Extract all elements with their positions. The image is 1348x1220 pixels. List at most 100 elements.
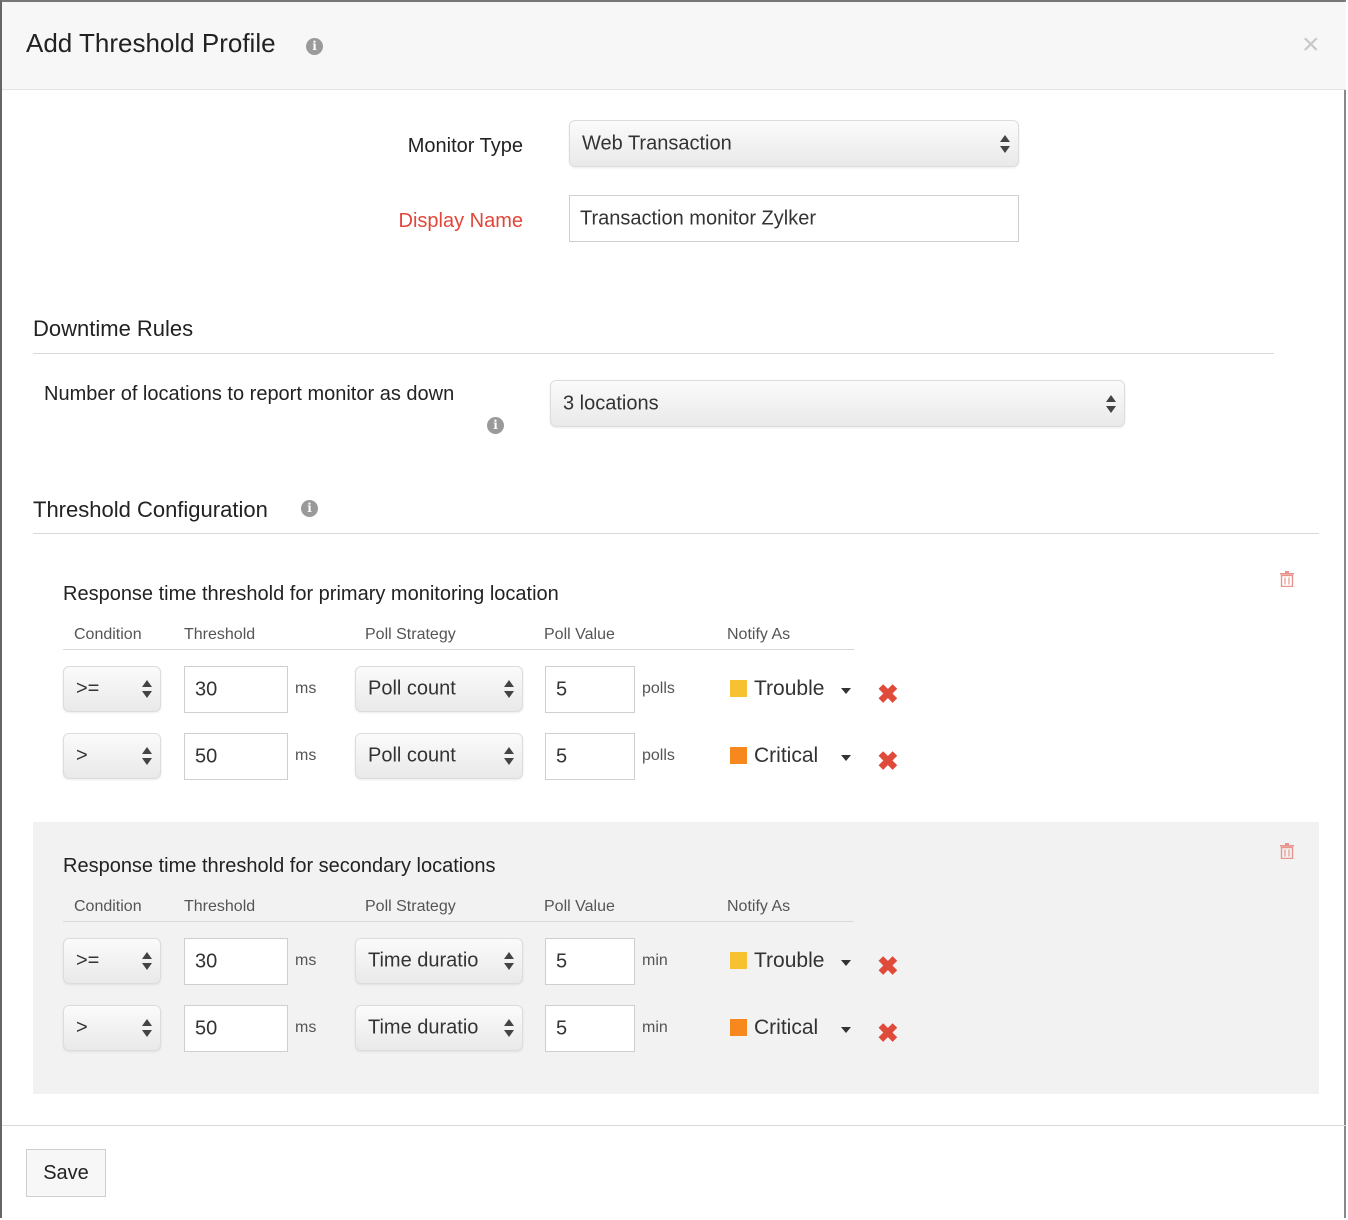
info-icon[interactable]: i — [301, 500, 318, 517]
threshold-unit: ms — [295, 680, 317, 697]
select-arrows-icon — [504, 747, 514, 765]
threshold-unit: ms — [295, 747, 317, 764]
critical-color-swatch — [730, 1019, 747, 1036]
condition-value: > — [76, 1016, 88, 1039]
notify-as-value[interactable]: Critical — [754, 1016, 818, 1040]
poll-value-input[interactable]: 5 — [545, 1005, 635, 1052]
threshold-input[interactable]: 30 — [184, 666, 288, 713]
divider — [33, 353, 1274, 354]
dialog-header: Add Threshold Profile i × — [2, 2, 1346, 90]
poll-value-input[interactable]: 5 — [545, 666, 635, 713]
poll-value: 5 — [556, 1017, 568, 1039]
select-arrows-icon — [142, 747, 152, 765]
locations-label: Number of locations to report monitor as… — [44, 383, 455, 405]
poll-strategy-select[interactable]: Time duratio — [355, 1005, 523, 1051]
condition-select[interactable]: >= — [63, 666, 161, 712]
condition-select[interactable]: >= — [63, 938, 161, 984]
col-threshold: Threshold — [184, 626, 256, 643]
trouble-color-swatch — [730, 952, 747, 969]
poll-strategy-value: Poll count — [368, 677, 456, 700]
locations-value: 3 locations — [563, 392, 659, 414]
downtime-rules-title: Downtime Rules — [33, 316, 194, 341]
threshold-value: 50 — [195, 745, 218, 767]
poll-value-input[interactable]: 5 — [545, 733, 635, 780]
col-condition: Condition — [74, 626, 142, 643]
critical-color-swatch — [730, 747, 747, 764]
chevron-down-icon[interactable] — [841, 755, 851, 761]
poll-strategy-value: Time duratio — [368, 949, 479, 972]
select-arrows-icon — [142, 680, 152, 698]
col-condition: Condition — [74, 898, 142, 915]
threshold-config-title: Threshold Configuration — [33, 497, 268, 522]
threshold-value: 50 — [195, 1017, 218, 1039]
select-arrows-icon — [504, 680, 514, 698]
save-button[interactable]: Save — [26, 1149, 106, 1197]
select-arrows-icon — [142, 1019, 152, 1037]
col-threshold: Threshold — [184, 898, 256, 915]
col-poll-strategy: Poll Strategy — [365, 626, 456, 643]
footer-divider — [2, 1125, 1346, 1126]
col-poll-strategy: Poll Strategy — [365, 898, 456, 915]
poll-unit: polls — [642, 680, 675, 697]
trash-icon[interactable] — [1280, 571, 1294, 587]
poll-strategy-value: Time duratio — [368, 1016, 479, 1039]
chevron-down-icon[interactable] — [841, 1027, 851, 1033]
notify-as-value[interactable]: Trouble — [754, 677, 824, 701]
threshold-value: 30 — [195, 678, 218, 700]
col-poll-value: Poll Value — [544, 626, 615, 643]
threshold-unit: ms — [295, 952, 317, 969]
col-poll-value: Poll Value — [544, 898, 615, 915]
threshold-value: 30 — [195, 950, 218, 972]
delete-row-icon[interactable]: ✖ — [877, 748, 899, 774]
threshold-unit: ms — [295, 1019, 317, 1036]
secondary-threshold-title: Response time threshold for secondary lo… — [63, 855, 496, 877]
poll-strategy-select[interactable]: Poll count — [355, 733, 523, 779]
threshold-input[interactable]: 50 — [184, 1005, 288, 1052]
chevron-down-icon[interactable] — [841, 960, 851, 966]
notify-as-value[interactable]: Critical — [754, 744, 818, 768]
display-name-label: Display Name — [398, 210, 523, 232]
dialog-title: Add Threshold Profile — [26, 28, 276, 58]
condition-value: >= — [76, 677, 100, 700]
poll-unit: polls — [642, 747, 675, 764]
notify-as-value[interactable]: Trouble — [754, 949, 824, 973]
select-arrows-icon — [1000, 134, 1010, 153]
divider — [63, 921, 854, 922]
condition-select[interactable]: > — [63, 733, 161, 779]
delete-row-icon[interactable]: ✖ — [877, 681, 899, 707]
threshold-input[interactable]: 30 — [184, 938, 288, 985]
poll-strategy-value: Poll count — [368, 744, 456, 767]
info-icon[interactable]: i — [487, 417, 504, 434]
condition-value: >= — [76, 949, 100, 972]
select-arrows-icon — [1106, 394, 1116, 413]
poll-value: 5 — [556, 745, 568, 767]
info-icon[interactable]: i — [306, 38, 323, 55]
poll-unit: min — [642, 1019, 668, 1036]
monitor-type-select[interactable]: Web Transaction — [569, 120, 1019, 167]
poll-strategy-select[interactable]: Time duratio — [355, 938, 523, 984]
divider — [33, 533, 1319, 534]
poll-value: 5 — [556, 950, 568, 972]
primary-threshold-title: Response time threshold for primary moni… — [63, 583, 559, 605]
monitor-type-value: Web Transaction — [582, 132, 732, 154]
display-name-value: Transaction monitor Zylker — [580, 207, 816, 229]
poll-value-input[interactable]: 5 — [545, 938, 635, 985]
col-notify-as: Notify As — [727, 626, 791, 643]
locations-select[interactable]: 3 locations — [550, 380, 1125, 427]
display-name-input[interactable]: Transaction monitor Zylker — [569, 195, 1019, 242]
col-notify-as: Notify As — [727, 898, 791, 915]
monitor-type-label: Monitor Type — [407, 135, 523, 157]
poll-unit: min — [642, 952, 668, 969]
delete-row-icon[interactable]: ✖ — [877, 953, 899, 979]
select-arrows-icon — [504, 1019, 514, 1037]
condition-select[interactable]: > — [63, 1005, 161, 1051]
close-icon[interactable]: × — [1302, 30, 1320, 60]
divider — [63, 649, 854, 650]
delete-row-icon[interactable]: ✖ — [877, 1020, 899, 1046]
trash-icon[interactable] — [1280, 843, 1294, 859]
poll-strategy-select[interactable]: Poll count — [355, 666, 523, 712]
threshold-input[interactable]: 50 — [184, 733, 288, 780]
select-arrows-icon — [504, 952, 514, 970]
chevron-down-icon[interactable] — [841, 688, 851, 694]
select-arrows-icon — [142, 952, 152, 970]
